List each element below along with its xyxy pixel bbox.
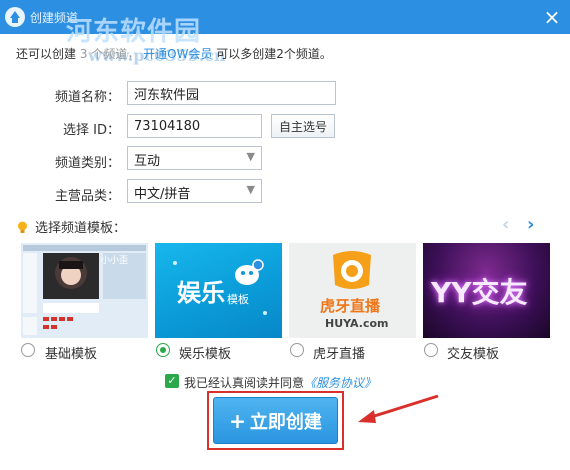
- channel-quota-notice: 还可以创建 3 个频道， 开通OW会员 可以多创建2个频道。: [16, 45, 332, 62]
- radio-basic-template[interactable]: [21, 343, 35, 357]
- radio-entertainment-template[interactable]: [156, 343, 170, 357]
- service-agreement-link[interactable]: 《服务协议》: [304, 376, 376, 390]
- chevron-down-icon: ▼: [246, 150, 255, 163]
- notice-suffix: 可以多创建2个频道。: [216, 47, 332, 61]
- template-section-title: 选择频道模板：: [16, 217, 126, 236]
- label-dating-template: 交友模板: [447, 347, 500, 362]
- main-category-label: 主营品类：: [54, 189, 120, 204]
- channel-name-input[interactable]: [127, 81, 336, 105]
- label-entertainment-template: 娱乐模板: [179, 347, 232, 362]
- label-huya-template: 虎牙直播: [313, 347, 366, 362]
- channel-name-label: 频道名称：: [54, 90, 120, 105]
- template-thumb-basic[interactable]: 小小歪: [21, 243, 148, 338]
- channel-id-label: 选择 ID：: [63, 123, 120, 138]
- create-button-label: 立即创建: [249, 411, 322, 433]
- huya-preview-sub: HUYA.com: [325, 317, 389, 330]
- channel-category-label: 频道类别：: [54, 156, 120, 171]
- main-category-select[interactable]: 中文/拼音 ▼: [127, 179, 262, 203]
- label-basic-template: 基础模板: [45, 347, 98, 362]
- dating-preview-title: YY交友: [431, 276, 528, 309]
- main-category-value: 中文/拼音: [134, 187, 191, 202]
- close-icon: ×: [543, 5, 561, 29]
- create-now-button[interactable]: + 立即创建: [213, 397, 338, 444]
- notice-middle: 个频道，: [91, 47, 140, 61]
- prev-page-button[interactable]: ‹: [502, 214, 509, 235]
- basic-preview-text: 小小歪: [101, 256, 129, 266]
- agreement-checkbox[interactable]: ✓: [165, 374, 179, 388]
- pick-id-button[interactable]: 自主选号: [271, 114, 335, 138]
- basic-template-preview: [21, 243, 148, 338]
- entertainment-preview-sub: 模板: [227, 293, 249, 306]
- red-arrow-annotation: [358, 394, 439, 423]
- entertainment-preview-title: 娱乐: [177, 279, 225, 307]
- watermark-title: 河东软件园: [66, 17, 202, 47]
- notice-prefix: 还可以创建: [16, 47, 77, 61]
- template-section-label: 选择频道模板：: [35, 221, 127, 236]
- channel-id-input[interactable]: [127, 114, 262, 138]
- channel-category-select[interactable]: 互动 ▼: [127, 146, 262, 170]
- lightbulb-icon: [18, 221, 27, 233]
- channel-category-value: 互动: [134, 154, 161, 169]
- radio-dating-template[interactable]: [424, 343, 438, 357]
- plus-icon: +: [229, 408, 246, 433]
- template-thumb-huya[interactable]: 虎牙直播 HUYA.com: [289, 243, 416, 338]
- huya-preview-title: 虎牙直播: [320, 297, 381, 315]
- app-logo-icon: [5, 7, 25, 27]
- upgrade-member-link[interactable]: 开通OW会员: [143, 47, 212, 61]
- close-button[interactable]: ×: [541, 6, 563, 28]
- agreement-text: 我已经认真阅读并同意《服务协议》: [184, 374, 376, 391]
- notice-count: 3: [79, 47, 88, 61]
- template-thumb-dating[interactable]: YY交友: [423, 243, 550, 338]
- next-page-button[interactable]: ›: [527, 214, 534, 235]
- title-bar: 创建频道 河东软件园 ×: [0, 0, 570, 47]
- chevron-down-icon: ▼: [246, 183, 255, 196]
- template-thumb-entertainment[interactable]: 娱乐 模板: [155, 243, 282, 338]
- checkmark-icon: ✓: [167, 374, 177, 387]
- radio-huya-template[interactable]: [290, 343, 304, 357]
- agreement-label: 我已经认真阅读并同意: [184, 376, 305, 390]
